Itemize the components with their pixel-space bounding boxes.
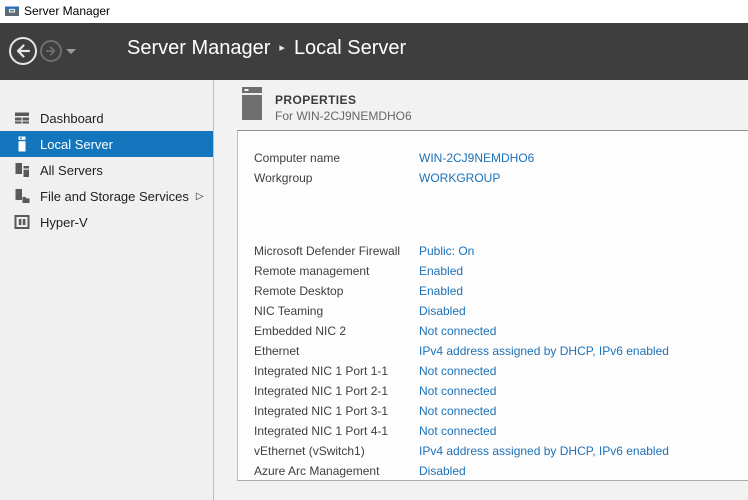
property-value-link[interactable]: IPv4 address assigned by DHCP, IPv6 enab… <box>419 344 669 358</box>
property-value-link[interactable]: Enabled <box>419 284 463 298</box>
property-value-link[interactable]: Disabled <box>419 304 466 318</box>
sidebar-item-dashboard[interactable]: Dashboard <box>0 105 213 131</box>
property-label: Integrated NIC 1 Port 1-1 <box>254 364 419 378</box>
dashboard-icon <box>14 110 30 126</box>
breadcrumb-root[interactable]: Server Manager <box>127 37 270 60</box>
property-row: Remote management Enabled <box>254 261 748 281</box>
property-label: Microsoft Defender Firewall <box>254 244 419 258</box>
sidebar-item-label: File and Storage Services <box>40 189 189 204</box>
properties-title: PROPERTIES <box>275 93 356 107</box>
property-value-link[interactable]: Not connected <box>419 324 496 338</box>
sidebar-list: Dashboard Local Server All Servers File … <box>0 105 213 235</box>
breadcrumb: Server Manager ▸ Local Server <box>127 37 406 60</box>
properties-server-icon <box>242 87 262 120</box>
property-value-link[interactable]: Not connected <box>419 364 496 378</box>
history-dropdown-caret-icon[interactable] <box>66 49 76 54</box>
sidebar-item-local-server[interactable]: Local Server <box>0 131 213 157</box>
property-label: Workgroup <box>254 171 419 185</box>
property-value-link[interactable]: Public: On <box>419 244 474 258</box>
property-row: Embedded NIC 2 Not connected <box>254 321 748 341</box>
property-label: Embedded NIC 2 <box>254 324 419 338</box>
server-manager-app-icon <box>4 3 20 19</box>
forward-arrow-icon <box>44 44 58 58</box>
sidebar-item-all-servers[interactable]: All Servers <box>0 157 213 183</box>
property-row: Integrated NIC 1 Port 2-1 Not connected <box>254 381 748 401</box>
property-label: Integrated NIC 1 Port 4-1 <box>254 424 419 438</box>
forward-button[interactable] <box>40 40 62 62</box>
sidebar-item-hyper-v[interactable]: Hyper-V <box>0 209 213 235</box>
breadcrumb-separator-icon: ▸ <box>279 41 285 54</box>
property-value-link[interactable]: WORKGROUP <box>419 171 500 185</box>
property-label: NIC Teaming <box>254 304 419 318</box>
property-row: Microsoft Defender Firewall Public: On <box>254 241 748 261</box>
file-storage-icon <box>14 188 30 204</box>
property-label: Computer name <box>254 151 419 165</box>
back-arrow-icon <box>13 41 33 61</box>
breadcrumb-current[interactable]: Local Server <box>294 37 406 60</box>
hyper-v-icon <box>14 214 30 230</box>
sidebar-item-label: Hyper-V <box>40 215 88 230</box>
property-value-link[interactable]: Not connected <box>419 424 496 438</box>
property-value-link[interactable]: IPv4 address assigned by DHCP, IPv6 enab… <box>419 444 669 458</box>
property-label: Integrated NIC 1 Port 3-1 <box>254 404 419 418</box>
property-label: vEthernet (vSwitch1) <box>254 444 419 458</box>
property-label: Remote management <box>254 264 419 278</box>
property-row: Remote Desktop Enabled <box>254 281 748 301</box>
property-group: Microsoft Defender Firewall Public: On R… <box>254 241 748 481</box>
window-title: Server Manager <box>24 4 110 18</box>
titlebar: Server Manager <box>0 0 748 23</box>
property-value-link[interactable]: Disabled <box>419 464 466 478</box>
property-row: NIC Teaming Disabled <box>254 301 748 321</box>
property-row: Integrated NIC 1 Port 1-1 Not connected <box>254 361 748 381</box>
submenu-chevron-icon: ▷ <box>196 191 204 202</box>
properties-subtitle: For WIN-2CJ9NEMDHO6 <box>275 109 412 123</box>
property-row: Azure Arc Management Disabled <box>254 461 748 481</box>
sidebar-item-label: All Servers <box>40 163 103 178</box>
main-content: PROPERTIES For WIN-2CJ9NEMDHO6 Computer … <box>214 80 748 500</box>
property-group: Computer name WIN-2CJ9NEMDHO6 Workgroup … <box>254 148 748 188</box>
property-value-link[interactable]: Not connected <box>419 384 496 398</box>
back-button[interactable] <box>9 37 37 65</box>
property-value-link[interactable]: Enabled <box>419 264 463 278</box>
property-label: Azure Arc Management <box>254 464 419 478</box>
property-label: Remote Desktop <box>254 284 419 298</box>
property-row: Workgroup WORKGROUP <box>254 168 748 188</box>
properties-panel: Computer name WIN-2CJ9NEMDHO6 Workgroup … <box>237 130 748 481</box>
property-value-link[interactable]: WIN-2CJ9NEMDHO6 <box>419 151 534 165</box>
sidebar: Dashboard Local Server All Servers File … <box>0 80 214 500</box>
property-row: vEthernet (vSwitch1) IPv4 address assign… <box>254 441 748 461</box>
sidebar-item-label: Dashboard <box>40 111 104 126</box>
property-row: Integrated NIC 1 Port 3-1 Not connected <box>254 401 748 421</box>
navbar: Server Manager ▸ Local Server <box>0 23 748 80</box>
local-server-icon <box>14 136 30 152</box>
sidebar-item-label: Local Server <box>40 137 113 152</box>
property-row: Computer name WIN-2CJ9NEMDHO6 <box>254 148 748 168</box>
all-servers-icon <box>14 162 30 178</box>
body-area: Dashboard Local Server All Servers File … <box>0 80 748 500</box>
sidebar-item-file-and-storage-services[interactable]: File and Storage Services ▷ <box>0 183 213 209</box>
property-value-link[interactable]: Not connected <box>419 404 496 418</box>
property-label: Ethernet <box>254 344 419 358</box>
property-row: Ethernet IPv4 address assigned by DHCP, … <box>254 341 748 361</box>
properties-groups: Computer name WIN-2CJ9NEMDHO6 Workgroup … <box>254 148 748 481</box>
property-label: Integrated NIC 1 Port 2-1 <box>254 384 419 398</box>
property-row: Integrated NIC 1 Port 4-1 Not connected <box>254 421 748 441</box>
